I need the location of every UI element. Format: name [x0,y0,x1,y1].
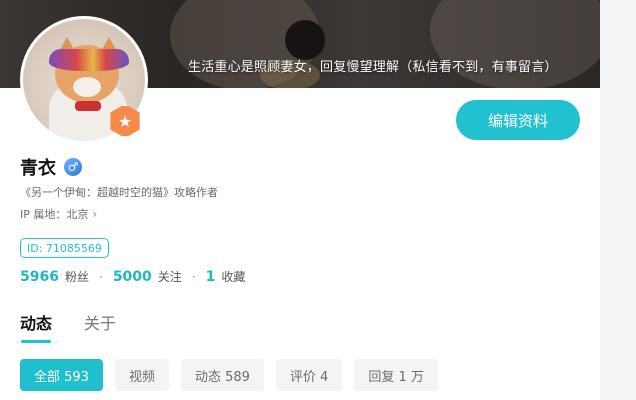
ip-location[interactable]: IP 属地：北京 › [20,206,97,222]
page-gutter [600,0,636,400]
filter-replies[interactable]: 回复 1 万 [354,359,438,391]
filter-reviews[interactable]: 评价 4 [275,359,343,391]
following-label: 关注 [157,270,182,284]
followers-label: 粉丝 [64,270,89,284]
tab-about[interactable]: 关于 [84,310,116,334]
following-count[interactable]: 5000 [113,269,152,285]
active-tab-indicator [21,340,51,343]
content-filters: 全部 593 视频 动态 589 评价 4 回复 1 万 [20,359,438,391]
filter-videos[interactable]: 视频 [114,359,169,391]
favorites-count[interactable]: 1 [206,269,216,285]
edit-profile-button[interactable]: 编辑资料 [456,100,580,140]
profile-page: 生活重心是照顾妻女，回复慢望理解（私信看不到，有事留言） ★ 编辑资料 青衣 ♂… [0,0,600,400]
tab-posts[interactable]: 动态 [20,310,53,343]
profile-tabs: 动态 关于 [20,310,116,343]
filter-posts[interactable]: 动态 589 [180,359,264,391]
stat-separator: · [98,269,103,284]
favorites-label: 收藏 [221,270,246,284]
followers-count[interactable]: 5966 [20,269,59,285]
tab-posts-label: 动态 [20,314,53,333]
user-id-badge[interactable]: ID: 71085569 [20,238,109,258]
tab-about-label: 关于 [84,314,117,333]
filter-all[interactable]: 全部 593 [20,359,103,391]
chevron-right-icon: › [92,207,98,221]
male-icon: ♂ [64,158,82,176]
name-row: 青衣 ♂ [20,154,82,180]
profile-motto: 生活重心是照顾妻女，回复慢望理解（私信看不到，有事留言） [188,60,558,75]
user-name: 青衣 [20,158,56,179]
stat-separator: · [191,269,196,284]
user-stats: 5966 粉丝 · 5000 关注 · 1 收藏 [20,268,245,285]
ip-location-text: IP 属地：北京 [20,208,89,221]
user-bio: 《另一个伊甸：超越时空的猫》攻略作者 [20,186,218,199]
